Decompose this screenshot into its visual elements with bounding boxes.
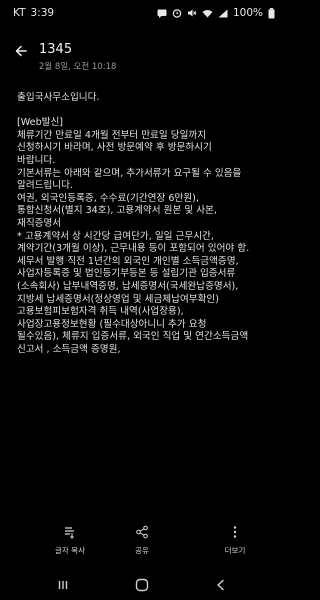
message-line: [Web발신] [17, 117, 64, 129]
message-line: 신고서 , 소득금액 증명원, [17, 343, 121, 355]
message-line: 출입국사무소입니다. [17, 92, 100, 103]
message-date: 2월 8일, 오전 10:18 [39, 62, 117, 72]
home-icon [135, 578, 149, 592]
recent-apps-icon [58, 581, 68, 589]
back-button[interactable] [12, 42, 30, 60]
back-arrow-icon [15, 45, 27, 57]
share-icon [136, 525, 148, 539]
more-button[interactable]: 더보기 [200, 525, 270, 556]
message-line: 기본서류는 아래와 같으며, 추가서류가 요구될 수 있음을 [17, 167, 242, 179]
message-line: 사업자등록증 및 법인등기부등본 등 설립기관 입증서류 [17, 268, 236, 280]
message-line: 여권, 외국인등록증, 수수료(기간연장 6만원), [17, 192, 199, 204]
battery-percent: 100% [232, 7, 263, 19]
more-label: 더보기 [224, 546, 246, 555]
status-bar: KT 3:39 100% [0, 0, 285, 26]
share-label: 공유 [135, 546, 149, 555]
mute-icon [187, 8, 197, 18]
alarm-icon [172, 8, 182, 18]
share-button[interactable]: 공유 [107, 525, 177, 556]
copy-text-icon [65, 527, 74, 539]
signal-icon [218, 9, 228, 18]
message-line: 사업장고용정보현황 (필수대상아니니 추가 요청 [17, 318, 207, 330]
message-line: (소속회사) 납부내역증명, 납세증명서(국세완납증명서), [17, 280, 239, 292]
more-options-icon [233, 526, 237, 538]
message-line: 세무서 발행 직전 1년간의 외국인 개인별 소득금액증명, [17, 255, 239, 267]
carrier-label: KT [13, 7, 26, 19]
message-line: 체류기간 만료일 4개월 전부터 만료일 당일까지 [17, 129, 207, 141]
home-button[interactable] [134, 577, 150, 593]
recent-apps-button[interactable] [55, 577, 71, 593]
clock-time: 3:39 [30, 7, 55, 19]
chevron-left-icon [217, 579, 224, 591]
message-line: 바랍니다. [17, 154, 56, 166]
message-line: * 고용계약서 상 시간당 급여단가, 일일 근무시간, [17, 230, 214, 242]
copy-text-label: 글자 복사 [55, 546, 85, 555]
message-line: 신청하시기 바라며, 사전 방문예약 후 방문하시기 [17, 142, 212, 154]
message-line: 될수있음), 체류지 입증서류, 외국인 직업 및 연간소득금액 [17, 331, 249, 343]
message-line: 계약기간(3개월 이상), 근무내용 등이 포함되어 있어야 함. [17, 243, 250, 255]
message-line: 알려드립니다. [17, 180, 74, 192]
message-body: 출입국사무소입니다. [Web발신] 체류기간 만료일 4개월 전부터 만료일 … [17, 92, 279, 356]
battery-icon [268, 7, 275, 19]
sender-number: 1345 [39, 42, 73, 57]
copy-text-button[interactable]: 글자 복사 [35, 525, 105, 556]
message-line: 통합신청서(별지 34호), 고용계약서 원본 및 사본, [17, 205, 217, 217]
conversation-header: 1345 2월 8일, 오전 10:18 [0, 36, 285, 76]
wifi-icon [202, 9, 213, 18]
message-line: 재직증명서 [17, 217, 62, 229]
message-action-bar: 글자 복사 공유 더보기 [0, 525, 285, 565]
system-back-button[interactable] [213, 577, 229, 593]
message-line: 고용보험피보험자격 취득 내역(사업장용), [17, 306, 184, 318]
system-navigation-bar [0, 570, 285, 600]
message-line: 지방세 납세증명서(정상영업 및 세금체납여부확인) [17, 293, 219, 305]
message-icon [157, 9, 167, 18]
